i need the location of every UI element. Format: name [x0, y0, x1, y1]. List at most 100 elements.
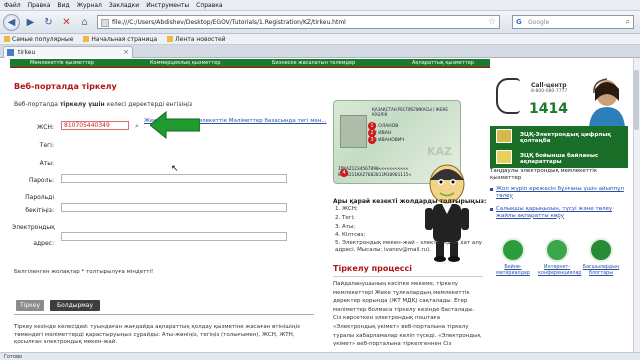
search-iin-icon[interactable]: ⌕ — [135, 122, 139, 131]
tab-favicon-icon — [7, 49, 14, 56]
required-fields-title: Ары қарай кезекті жолдарды толтырыңыз: — [333, 198, 487, 205]
google-logo-icon: G — [516, 18, 522, 26]
forward-arrow-icon: ▶ — [26, 16, 35, 28]
menu-tools[interactable]: Инструменты — [146, 2, 189, 9]
id-marker-3: 3 — [368, 136, 376, 144]
nav-commercial-services[interactable]: Коммерциялық қызметтер — [150, 60, 220, 66]
close-tab-icon[interactable]: × — [123, 48, 129, 56]
tab-strip: tirkeu × — [0, 45, 640, 58]
menu-help[interactable]: Справка — [196, 2, 222, 9]
conference-icon — [545, 238, 569, 262]
menu-view[interactable]: Вид — [57, 2, 69, 9]
phone-icon — [496, 78, 520, 114]
reload-button[interactable]: ↻ — [41, 15, 56, 30]
menu-edit[interactable]: Правка — [28, 2, 51, 9]
bookmark-item[interactable]: Лента новостей — [167, 36, 226, 43]
id-card-photo — [340, 115, 367, 148]
back-arrow-icon: ◀ — [7, 16, 16, 28]
back-button[interactable]: ◀ — [3, 13, 20, 31]
email-label-2: адрес: — [33, 240, 54, 247]
browser-tab[interactable]: tirkeu × — [3, 46, 133, 58]
bookmark-item[interactable]: Начальная страница — [83, 36, 157, 43]
support-note: Тіркеу кезінде келесідей: туындаған жағд… — [14, 324, 300, 345]
signature-contacts-button[interactable]: ЭЦҚ бойынша байланыс ақпараттары — [490, 147, 628, 168]
certificate-icon — [496, 129, 512, 143]
menu-history[interactable]: Журнал — [77, 2, 102, 9]
nav-gov-services[interactable]: Мемлекеттік қызметтер — [30, 60, 94, 66]
film-icon — [501, 238, 525, 262]
menu-bar: Файл Правка Вид Журнал Закладки Инструме… — [0, 0, 640, 11]
reload-icon: ↻ — [44, 16, 53, 28]
rss-feed-icon — [167, 36, 174, 42]
page-favicon-icon — [101, 19, 109, 27]
tile-video-materials[interactable]: Бейне-материалдар — [494, 238, 532, 276]
bookmarks-bar: Самые популярные Начальная страница Лент… — [0, 34, 640, 45]
bookmark-folder-icon — [4, 36, 10, 42]
list-item: 5. Электрондық мекен-жай - электрондық х… — [335, 240, 482, 254]
navigation-toolbar: ◀ ▶ ↻ ✕ ⌂ file:///C:/Users/Abdishev/Desk… — [0, 11, 640, 34]
call-center-title: Call-центр — [531, 82, 567, 89]
password-confirm-label-2: бекітіңіз: — [25, 207, 54, 214]
bookmark-page-icon — [83, 36, 90, 42]
password-confirm-field[interactable] — [61, 203, 287, 212]
divider — [14, 314, 314, 315]
stop-icon: ✕ — [62, 16, 71, 28]
digital-signature-button[interactable]: ЭЦҚ-Электрондық цифрлық қолтаңба — [490, 126, 628, 147]
tab-title: tirkeu — [18, 49, 36, 56]
list-item: 2. Тегі; — [335, 214, 356, 221]
list-item: 1. ЖСН; — [335, 206, 358, 212]
tile-leaders-blogs[interactable]: Басшылардың блогтары — [582, 238, 620, 276]
email-field[interactable] — [61, 232, 287, 241]
call-operator-image — [589, 78, 625, 127]
search-placeholder: Google — [528, 18, 550, 26]
nav-business-payments[interactable]: Бизнеске жасалатын телемдер — [272, 60, 355, 66]
web-page: Мемлекеттік қызметтер Коммерциялық қызме… — [0, 58, 640, 352]
password-field[interactable] — [61, 174, 287, 183]
list-item: 4. Кілтсөз; — [335, 232, 366, 239]
scrollbar-thumb[interactable] — [634, 70, 639, 130]
password-label: Пароль: — [28, 177, 54, 184]
process-divider — [333, 276, 483, 277]
mouse-cursor-icon: ↖ — [171, 164, 179, 174]
call-center-short-number: 1414 — [529, 101, 568, 117]
process-text: Пайдаланушының кәсіпке мекеме, тіркелу м… — [333, 281, 481, 348]
nav-info-services[interactable]: Ақпараттық қызметтер — [412, 60, 474, 66]
id-card-row: 1 ОЛАНОВ — [374, 124, 399, 129]
email-label-1: Электрондық — [12, 224, 55, 231]
id-marker-4: 4 — [340, 169, 348, 177]
id-card-row: 2 ИВАН — [374, 131, 392, 136]
id-card-header: ҚАЗАҚСТАН РЕСПУБЛИКАСЫ / ЖЕКЕ КУӘЛІК — [372, 107, 448, 117]
cancel-button[interactable]: Болдырмау — [50, 300, 100, 311]
contacts-icon — [496, 150, 512, 164]
menu-file[interactable]: Файл — [4, 2, 21, 9]
stop-button[interactable]: ✕ — [59, 15, 74, 30]
search-box[interactable]: G Google ⌕ — [512, 15, 634, 29]
required-fields-list: 1. ЖСН; 2. Тегі; 3. Аты; 4. Кілтсөз; 5. … — [335, 205, 485, 254]
iin-label: ЖСН: — [36, 124, 54, 131]
menu-bookmarks[interactable]: Закладки — [109, 2, 139, 9]
home-button[interactable]: ⌂ — [77, 15, 92, 30]
page-title: Веб-порталда тіркелу — [14, 82, 117, 91]
address-bar[interactable]: file:///C:/Users/Abdishev/Desktop/EGOV/T… — [97, 15, 500, 29]
forward-button[interactable]: ▶ — [23, 15, 38, 30]
address-text: file:///C:/Users/Abdishev/Desktop/EGOV/T… — [112, 18, 346, 26]
list-item: 3. Аты; — [335, 223, 356, 230]
search-icon[interactable]: ⌕ — [626, 17, 630, 27]
home-icon: ⌂ — [81, 16, 88, 28]
register-button[interactable]: Тіркеу — [16, 300, 44, 311]
name-label: Аты: — [39, 160, 54, 167]
green-arrow-pointer — [150, 111, 200, 139]
bookmark-item[interactable]: Самые популярные — [4, 36, 73, 43]
call-center-phone: 8-800-080-7777 — [531, 89, 568, 94]
bookmark-star-icon[interactable]: ☆ — [488, 17, 496, 27]
iin-field[interactable]: 810705440349 — [61, 121, 129, 130]
id-card-brand: KAZ — [426, 145, 452, 158]
intro-text: Веб-порталда тіркелу үшін келесі деректе… — [14, 101, 193, 108]
id-card-row: 3 ИВАНОВИЧ — [374, 138, 405, 143]
tile-internet-conferences[interactable]: Интернет-конференциялар — [538, 238, 581, 276]
site-top-nav: Мемлекеттік қызметтер Коммерциялық қызме… — [10, 59, 490, 67]
service-link-traffic-fine[interactable]: Жол жүріп ережесін бұзғаны үшін айыппұл … — [490, 186, 628, 199]
surname-label: Тегі: — [39, 142, 54, 149]
blog-icon — [589, 238, 613, 262]
service-link-tax-debt[interactable]: Салықшы қарыңызын, түсуі және төлеу жайл… — [490, 206, 628, 219]
